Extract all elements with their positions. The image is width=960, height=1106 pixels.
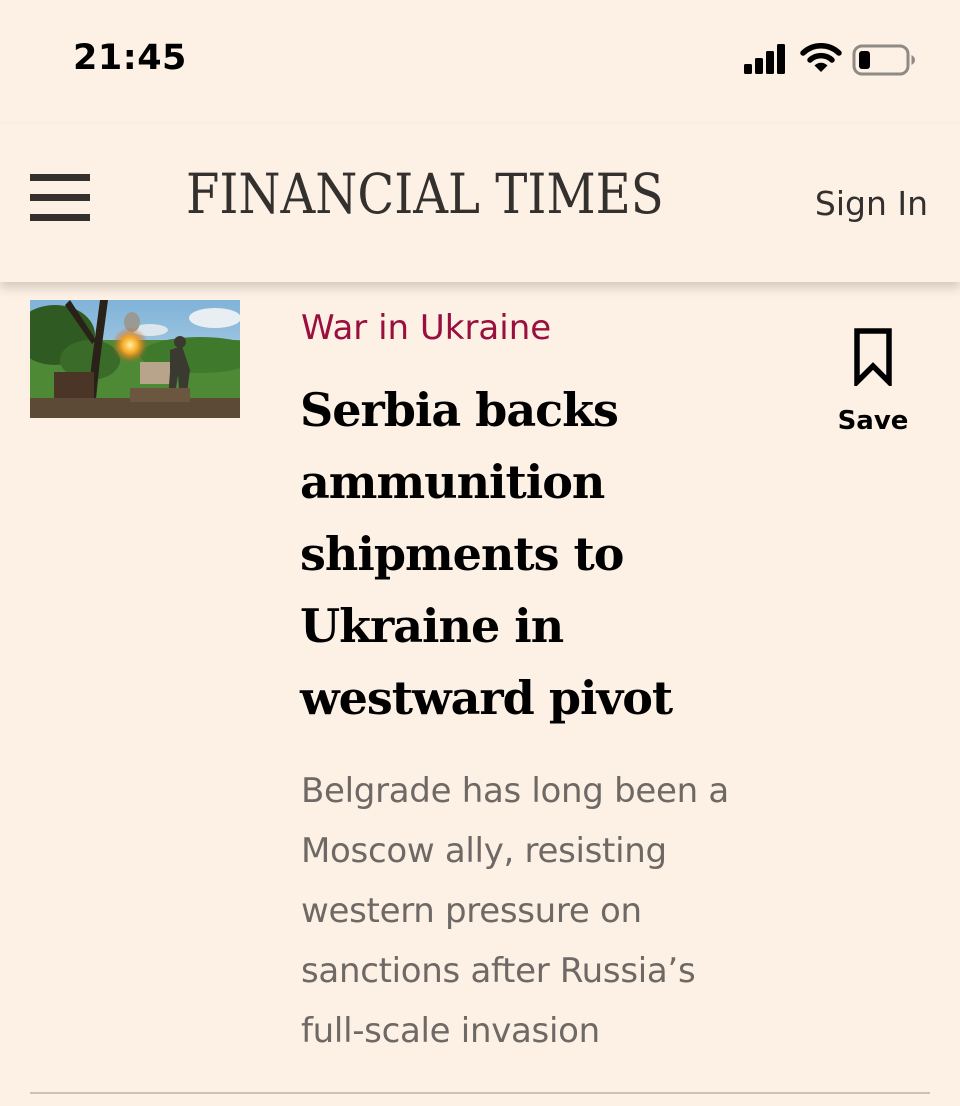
topic-tag[interactable]: War in Ukraine <box>301 308 551 348</box>
sign-in-link[interactable]: Sign In <box>815 184 928 223</box>
battery-low-icon <box>852 44 915 76</box>
brand-logo[interactable]: FINANCIAL TIMES <box>186 162 664 226</box>
status-bar: 21:45 <box>0 0 960 124</box>
bookmark-icon <box>854 328 892 386</box>
soldier-firing-mortar-photo <box>30 300 240 418</box>
wifi-icon <box>800 43 842 72</box>
hamburger-menu-icon[interactable] <box>28 174 92 224</box>
status-time: 21:45 <box>73 38 187 78</box>
article-headline[interactable]: Serbia backs ammunition shipments to Ukr… <box>300 374 730 734</box>
save-button[interactable]: Save <box>828 326 918 446</box>
save-label: Save <box>837 406 909 436</box>
article-list: War in Ukraine Serbia backs ammunition s… <box>0 282 960 1106</box>
divider <box>30 1092 930 1094</box>
site-header: FINANCIAL TIMES Sign In <box>0 124 960 282</box>
article-thumbnail[interactable] <box>30 300 240 418</box>
article-standfirst: Belgrade has long been a Moscow ally, re… <box>301 771 729 1051</box>
cellular-signal-icon <box>744 44 785 74</box>
